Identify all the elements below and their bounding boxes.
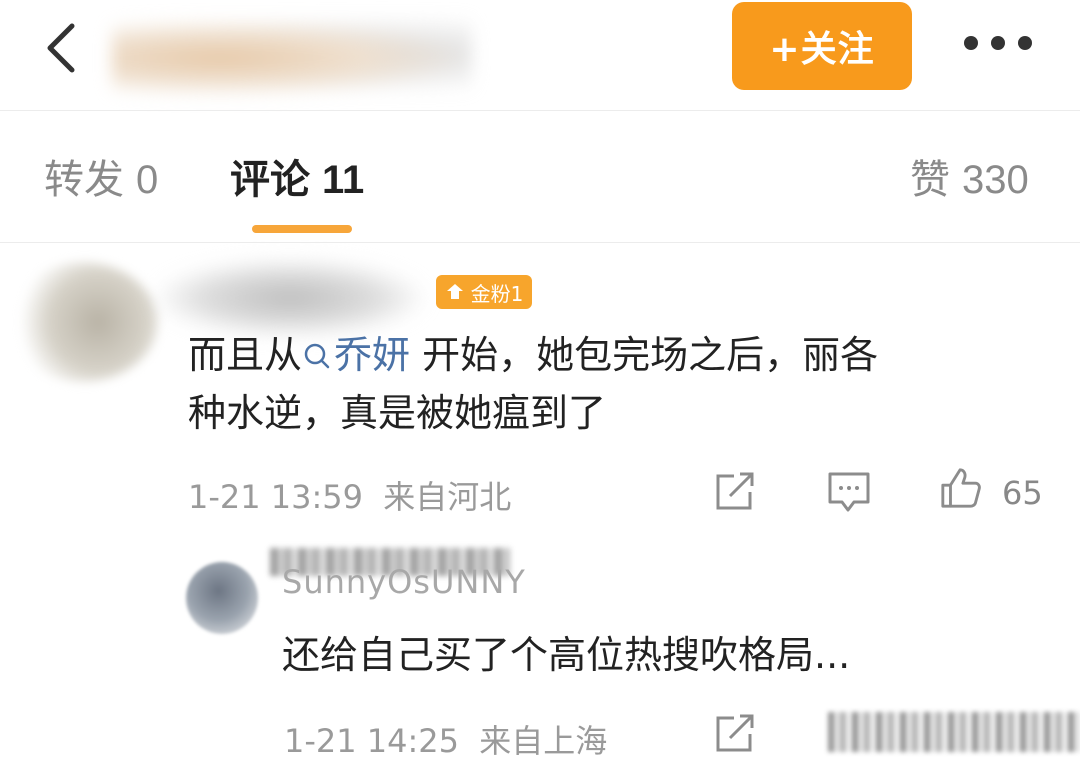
active-tab-indicator: [252, 225, 352, 233]
like-count: 65: [1002, 474, 1043, 512]
fan-level-icon: [446, 284, 463, 299]
back-icon[interactable]: [38, 22, 86, 74]
reply-avatar[interactable]: [186, 562, 258, 634]
comment-time: 1-21 13:59: [188, 478, 364, 516]
more-options-icon[interactable]: [964, 36, 1032, 52]
reply-location: 来自上海: [479, 722, 608, 760]
avatar[interactable]: [8, 262, 158, 382]
search-icon: [304, 343, 330, 369]
reply-username[interactable]: SunnyOsUNNY: [282, 563, 526, 601]
share-icon[interactable]: [712, 470, 758, 514]
comment-location: 来自河北: [383, 478, 512, 516]
reply-share-icon[interactable]: [712, 712, 758, 756]
comment-line-2: 种水逆，真是被她瘟到了: [188, 391, 607, 435]
tab-comments[interactable]: 评论 11: [230, 150, 364, 210]
comment-icon[interactable]: [826, 470, 872, 514]
comment-meta: 1-21 13:59 来自河北: [188, 472, 511, 518]
reply-meta: 1-21 14:25 来自上海: [284, 716, 607, 762]
mention-link[interactable]: 乔妍: [302, 333, 410, 377]
tab-likes[interactable]: 赞 330: [910, 150, 1029, 210]
tab-reposts[interactable]: 转发 0: [44, 150, 158, 210]
follow-button[interactable]: +关注: [732, 2, 912, 90]
reply-text: 还给自己买了个高位热搜吹格局...: [282, 633, 851, 677]
header-divider: [0, 110, 1080, 111]
fan-badge: 金粉1: [436, 275, 532, 309]
reply-actions-obscured: [828, 712, 1080, 752]
comment-line-1: 而且从 乔妍 开始，她包完场之后，丽各: [188, 333, 879, 377]
comment-text: 而且从 乔妍 开始，她包完场之后，丽各 种水逆，真是被她瘟到了: [188, 326, 1068, 442]
tabs-divider: [0, 242, 1080, 243]
reply-time: 1-21 14:25: [284, 722, 460, 760]
author-name-blurred: [112, 18, 472, 98]
like-icon[interactable]: [938, 466, 984, 510]
